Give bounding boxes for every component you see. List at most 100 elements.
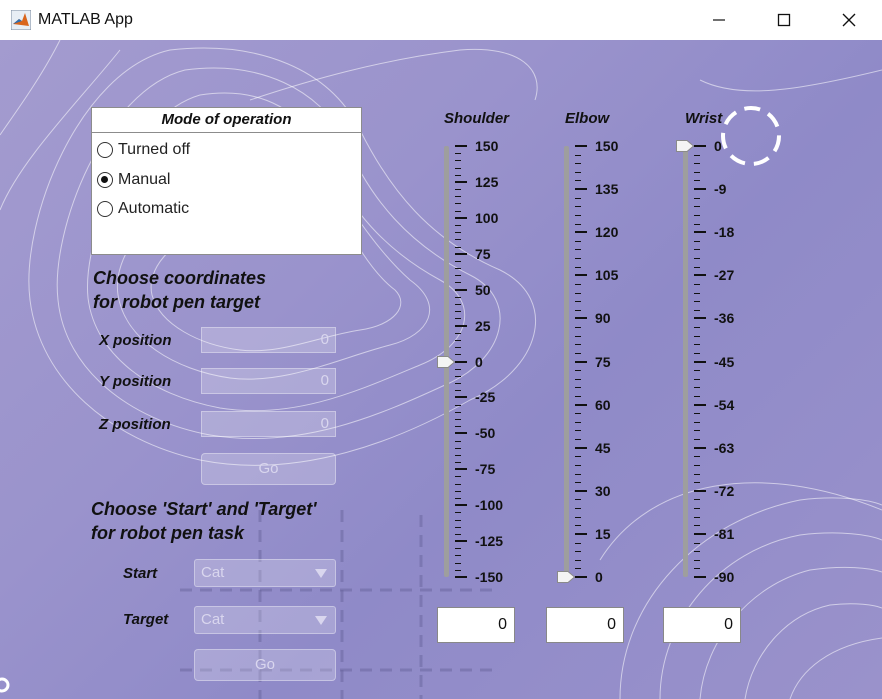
shoulder-tick-label: -75 <box>475 461 496 478</box>
wrist-tick-minor <box>694 499 700 501</box>
elbow-tick-label: 90 <box>595 310 611 327</box>
wrist-tick-minor <box>694 516 700 518</box>
elbow-tick-minor <box>575 283 581 285</box>
radio-circle[interactable] <box>97 142 113 158</box>
elbow-tick-minor <box>575 378 581 380</box>
wrist-tick-major <box>694 360 706 363</box>
shoulder-tick-major <box>455 468 467 471</box>
wrist-value-field[interactable]: 0 <box>663 607 741 643</box>
wrist-tick-minor <box>694 309 700 311</box>
x-position-label: X position <box>99 332 172 349</box>
elbow-tick-minor <box>575 559 581 561</box>
target-dropdown-value: Cat <box>201 611 225 628</box>
wrist-tick-minor <box>694 378 700 380</box>
elbow-tick-minor <box>575 395 581 397</box>
elbow-tick-major <box>575 231 587 234</box>
wrist-tick-minor <box>694 154 700 156</box>
shoulder-tick-minor <box>455 174 461 176</box>
elbow-tick-minor <box>575 223 581 225</box>
elbow-tick-minor <box>575 413 581 415</box>
shoulder-tick-minor <box>455 232 461 234</box>
shoulder-tick-major <box>455 216 467 219</box>
shoulder-tick-minor <box>455 411 461 413</box>
shoulder-tick-minor <box>455 390 461 392</box>
window-title: MATLAB App <box>38 11 133 28</box>
radio-manual[interactable]: Manual <box>97 171 170 189</box>
shoulder-value-field[interactable]: 0 <box>437 607 515 643</box>
minimize-button[interactable] <box>696 0 742 40</box>
elbow-tick-label: 15 <box>595 525 611 542</box>
elbow-tick-minor <box>575 249 581 251</box>
shoulder-tick-minor <box>455 383 461 385</box>
wrist-slider-track[interactable] <box>683 146 688 577</box>
shoulder-tick-minor <box>455 497 461 499</box>
wrist-tick-minor <box>694 249 700 251</box>
elbow-tick-major <box>575 576 587 578</box>
wrist-tick-major <box>694 576 706 578</box>
shoulder-tick-label: -125 <box>475 533 504 550</box>
shoulder-tick-major <box>455 145 467 147</box>
y-position-field[interactable]: 0 <box>201 368 336 394</box>
shoulder-tick-minor <box>455 354 461 356</box>
elbow-tick-minor <box>575 499 581 501</box>
shoulder-tick-minor <box>455 375 461 377</box>
z-position-field[interactable]: 0 <box>201 411 336 437</box>
x-position-field[interactable]: 0 <box>201 327 336 353</box>
elbow-tick-major <box>575 274 587 277</box>
shoulder-tick-minor <box>455 268 461 270</box>
elbow-tick-minor <box>575 154 581 156</box>
maximize-button[interactable] <box>761 0 807 40</box>
wrist-tick-minor <box>694 171 700 173</box>
shoulder-tick-major <box>455 288 467 291</box>
wrist-tick-label: -9 <box>714 181 727 198</box>
start-dropdown[interactable]: Cat <box>194 559 336 587</box>
radio-automatic[interactable]: Automatic <box>97 200 189 218</box>
wrist-tick-minor <box>694 508 700 510</box>
y-position-label: Y position <box>99 373 172 390</box>
shoulder-tick-label: 100 <box>475 209 499 226</box>
elbow-tick-minor <box>575 482 581 484</box>
target-dropdown[interactable]: Cat <box>194 606 336 634</box>
radio-label: Manual <box>118 171 171 188</box>
go-coordinates-button[interactable]: Go <box>201 453 336 485</box>
shoulder-tick-label: -100 <box>475 497 504 514</box>
go-task-button[interactable]: Go <box>194 649 336 681</box>
elbow-tick-minor <box>575 430 581 432</box>
elbow-tick-label: 135 <box>595 181 619 198</box>
radio-circle[interactable] <box>97 172 113 188</box>
elbow-slider-thumb[interactable] <box>557 571 575 583</box>
wrist-tick-minor <box>694 327 700 329</box>
shoulder-tick-label: 75 <box>475 245 491 262</box>
wrist-slider-thumb[interactable] <box>676 140 694 152</box>
wrist-tick-label: -63 <box>714 439 735 456</box>
radio-turned-off[interactable]: Turned off <box>97 141 190 159</box>
matlab-logo-icon <box>11 10 31 30</box>
radio-circle[interactable] <box>97 201 113 217</box>
elbow-tick-minor <box>575 163 581 165</box>
elbow-tick-minor <box>575 197 581 199</box>
close-button[interactable] <box>826 0 872 40</box>
wrist-tick-label: -72 <box>714 482 735 499</box>
shoulder-tick-minor <box>455 368 461 370</box>
wrist-tick-minor <box>694 335 700 337</box>
elbow-tick-minor <box>575 352 581 354</box>
shoulder-tick-major <box>455 576 467 578</box>
elbow-tick-major <box>575 403 587 406</box>
chevron-down-icon <box>315 569 327 578</box>
shoulder-tick-major <box>455 540 467 543</box>
shoulder-tick-minor <box>455 311 461 313</box>
elbow-tick-minor <box>575 214 581 216</box>
shoulder-tick-minor <box>455 476 461 478</box>
maximize-icon <box>777 13 791 27</box>
elbow-tick-minor <box>575 266 581 268</box>
shoulder-slider-thumb[interactable] <box>437 355 455 368</box>
wrist-tick-major <box>694 532 706 535</box>
chevron-down-icon <box>315 616 327 625</box>
elbow-tick-major <box>575 188 587 191</box>
elbow-slider-track[interactable] <box>564 146 569 577</box>
mode-panel-title: Mode of operation <box>92 108 361 133</box>
shoulder-tick-minor <box>455 533 461 535</box>
elbow-value-field[interactable]: 0 <box>546 607 624 643</box>
shoulder-tick-minor <box>455 548 461 550</box>
elbow-tick-major <box>575 317 587 320</box>
